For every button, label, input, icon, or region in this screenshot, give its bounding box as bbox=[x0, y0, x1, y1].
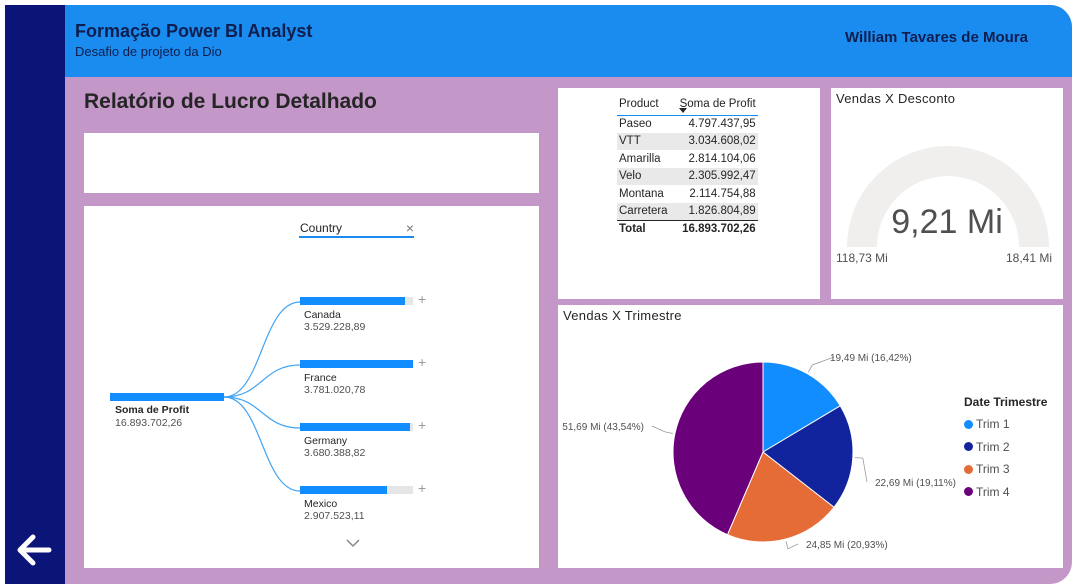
plus-icon[interactable]: + bbox=[418, 417, 426, 433]
gauge-min-label: 118,73 Mi bbox=[836, 251, 888, 265]
legend-label: Trim 2 bbox=[976, 439, 1010, 454]
node-label: France bbox=[304, 372, 337, 384]
node-bar-track[interactable] bbox=[300, 360, 413, 368]
author-name: William Tavares de Moura bbox=[845, 29, 1028, 46]
node-bar bbox=[300, 486, 387, 494]
table-row[interactable]: Montana 2.114.754,88 bbox=[617, 185, 758, 203]
legend-dot-icon bbox=[964, 464, 973, 474]
root-bar[interactable] bbox=[110, 393, 224, 401]
leader-line bbox=[854, 457, 868, 483]
leader-line bbox=[785, 541, 799, 550]
cell-product: Amarilla bbox=[619, 152, 661, 165]
cell-profit: 2.305.992,47 bbox=[669, 167, 758, 185]
header-bar: Formação Power BI Analyst Desafio de pro… bbox=[5, 5, 1072, 77]
node-bar-track[interactable] bbox=[300, 297, 413, 305]
cell-profit: 1.826.804,89 bbox=[669, 202, 758, 220]
legend-item[interactable]: Trim 3 bbox=[964, 458, 1010, 481]
node-bar bbox=[300, 297, 405, 305]
table-body: Paseo 4.797.437,95 VTT 3.034.608,02 Amarilla… bbox=[617, 115, 758, 238]
root-value: 16.893.702,26 bbox=[115, 417, 183, 429]
cell-product: Velo bbox=[617, 167, 670, 185]
gauge-title: Vendas X Desconto bbox=[836, 91, 956, 106]
cell-product: VTT bbox=[617, 132, 670, 150]
cell-product: Carretera bbox=[617, 202, 670, 220]
node-label: Mexico bbox=[304, 498, 338, 510]
node-bar-track[interactable] bbox=[300, 486, 413, 494]
cell-profit: 4.797.437,95 bbox=[688, 118, 756, 130]
report-page: Formação Power BI Analyst Desafio de pro… bbox=[0, 0, 1077, 586]
total-value: 16.893.702,26 bbox=[669, 219, 758, 238]
sidebar bbox=[5, 5, 65, 584]
tree-connectors bbox=[223, 301, 301, 492]
cell-profit: 3.034.608,02 bbox=[669, 132, 758, 150]
close-icon[interactable]: × bbox=[406, 220, 414, 236]
legend-dot-icon bbox=[964, 442, 973, 452]
table-row[interactable]: Paseo 4.797.437,95 bbox=[617, 115, 758, 133]
data-label: 19,49 Mi (16,42%) bbox=[830, 353, 912, 364]
legend-item[interactable]: Trim 2 bbox=[964, 436, 1010, 459]
table-row[interactable]: Amarilla 2.814.104,06 bbox=[617, 150, 758, 168]
cell-profit: 2.114.754,88 bbox=[689, 187, 756, 200]
legend-title: Date Trimestre bbox=[964, 395, 1048, 409]
col-header-product[interactable]: Product bbox=[617, 93, 670, 115]
node-label: Canada bbox=[304, 309, 341, 321]
cell-profit: 2.814.104,06 bbox=[688, 152, 756, 165]
plus-icon[interactable]: + bbox=[418, 480, 426, 496]
chevron-down-icon[interactable] bbox=[345, 535, 361, 553]
report-subheading: Desafio de projeto da Dio bbox=[75, 44, 222, 59]
level-field-label: Country bbox=[300, 221, 343, 235]
root-label: Soma de Profit bbox=[115, 404, 190, 416]
sort-desc-icon bbox=[679, 108, 687, 113]
table-row[interactable]: VTT 3.034.608,02 bbox=[617, 132, 758, 150]
total-row: Total 16.893.702,26 bbox=[617, 219, 758, 238]
leader-line bbox=[651, 425, 673, 434]
data-label: 22,69 Mi (19,11%) bbox=[875, 478, 956, 489]
report-heading: Formação Power BI Analyst bbox=[75, 21, 313, 41]
blank-panel bbox=[84, 133, 539, 193]
data-label: 51,69 Mi (43,54%) bbox=[562, 422, 644, 433]
page-title: Relatório de Lucro Detalhado bbox=[84, 90, 377, 113]
node-bar bbox=[300, 360, 413, 368]
col-header-profit-label: Soma de Profit bbox=[679, 97, 756, 110]
level-header[interactable]: Country × bbox=[299, 220, 414, 238]
legend-label: Trim 1 bbox=[976, 417, 1010, 432]
plus-icon[interactable]: + bbox=[418, 354, 426, 370]
table-row[interactable]: Carretera 1.826.804,89 bbox=[617, 202, 758, 220]
cell-product: Paseo bbox=[619, 118, 652, 130]
cell-product: Montana bbox=[619, 187, 664, 200]
node-value: 2.907.523,11 bbox=[304, 510, 365, 522]
legend-dot-icon bbox=[964, 419, 973, 429]
gauge-max-label: 18,41 Mi bbox=[1006, 251, 1053, 265]
legend-item[interactable]: Trim 4 bbox=[964, 481, 1010, 504]
total-label: Total bbox=[617, 219, 670, 238]
node-bar-track[interactable] bbox=[300, 423, 413, 431]
node-value: 3.781.020,78 bbox=[304, 384, 366, 396]
pie-legend: Trim 1 Trim 2 Trim 3 Trim 4 bbox=[964, 413, 1010, 503]
product-table: Product Soma de Profit Paseo 4.797.437,95… bbox=[617, 93, 758, 238]
node-bar bbox=[300, 423, 410, 431]
plus-icon[interactable]: + bbox=[418, 291, 426, 307]
legend-dot-icon bbox=[964, 487, 973, 497]
legend-label: Trim 3 bbox=[976, 462, 1010, 477]
node-label: Germany bbox=[304, 435, 348, 447]
back-arrow-icon[interactable] bbox=[13, 529, 55, 571]
table-row[interactable]: Velo 2.305.992,47 bbox=[617, 167, 758, 185]
legend-label: Trim 4 bbox=[976, 484, 1010, 499]
node-value: 3.680.388,82 bbox=[304, 447, 366, 459]
data-label: 24,85 Mi (20,93%) bbox=[806, 540, 888, 551]
legend-item[interactable]: Trim 1 bbox=[964, 413, 1010, 436]
gauge-value: 9,21 Mi bbox=[891, 203, 1003, 241]
node-value: 3.529.228,89 bbox=[304, 321, 366, 333]
